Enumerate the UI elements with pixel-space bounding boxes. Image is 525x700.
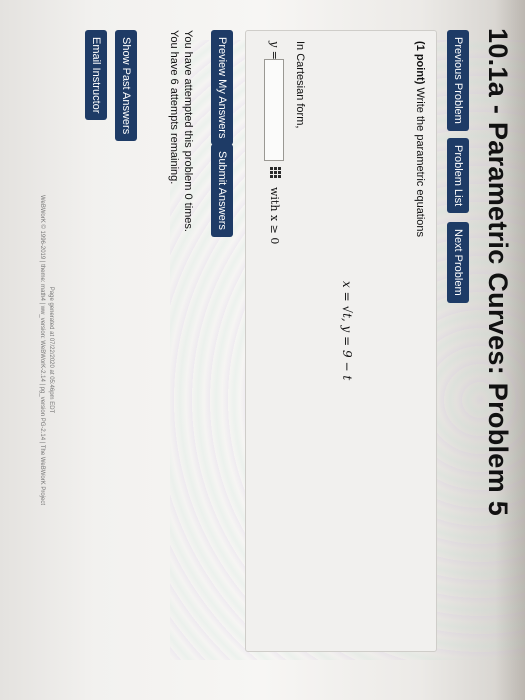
problem-box: (1 point) Write the parametric equations… <box>245 30 437 652</box>
submit-answers-button[interactable]: Submit Answers <box>211 144 233 237</box>
footer-credits: WeBWorK © 1996-2019 | theme: math4 | ww_… <box>39 194 45 506</box>
attempts-info: You have attempted this problem 0 times.… <box>167 30 195 232</box>
previous-problem-button[interactable]: Previous Problem <box>447 30 469 131</box>
attempts-remaining: You have 6 attempts remaining. <box>168 30 180 185</box>
problem-prompt: (1 point) Write the parametric equations <box>414 41 426 237</box>
photo-background: 10.1a - Parametric Curves: Problem 5 Pre… <box>0 0 525 700</box>
equation-editor-icon[interactable] <box>270 167 281 178</box>
cartesian-prompt: In Cartesian form, <box>294 41 306 129</box>
answer-input[interactable] <box>264 59 284 161</box>
next-problem-button[interactable]: Next Problem <box>447 222 469 303</box>
problem-instruction: Write the parametric equations <box>414 87 426 238</box>
webwork-page: 10.1a - Parametric Curves: Problem 5 Pre… <box>0 10 525 690</box>
parametric-equations: x = √t, y = 9 − t <box>340 281 354 381</box>
footer-generated: Page generated at 07/22/2020 at 05:46pm … <box>48 286 54 414</box>
show-past-answers-button[interactable]: Show Past Answers <box>115 30 137 142</box>
show-past-answers-wrapper: Show Past Answers <box>115 30 137 142</box>
problem-points: (1 point) <box>414 41 426 85</box>
page-footer: Page generated at 07/22/2020 at 05:46pm … <box>37 10 55 690</box>
email-instructor-button[interactable]: Email Instructor <box>85 30 107 121</box>
problem-list-button[interactable]: Problem List <box>447 138 469 214</box>
attempts-made: You have attempted this problem 0 times. <box>182 30 194 232</box>
page-title: 10.1a - Parametric Curves: Problem 5 <box>483 28 513 517</box>
email-instructor-wrapper: Email Instructor <box>85 30 107 121</box>
domain-constraint: with x ≥ 0 <box>268 187 281 245</box>
answer-label: y = <box>268 41 281 60</box>
preview-answers-button[interactable]: Preview My Answers <box>211 30 233 146</box>
